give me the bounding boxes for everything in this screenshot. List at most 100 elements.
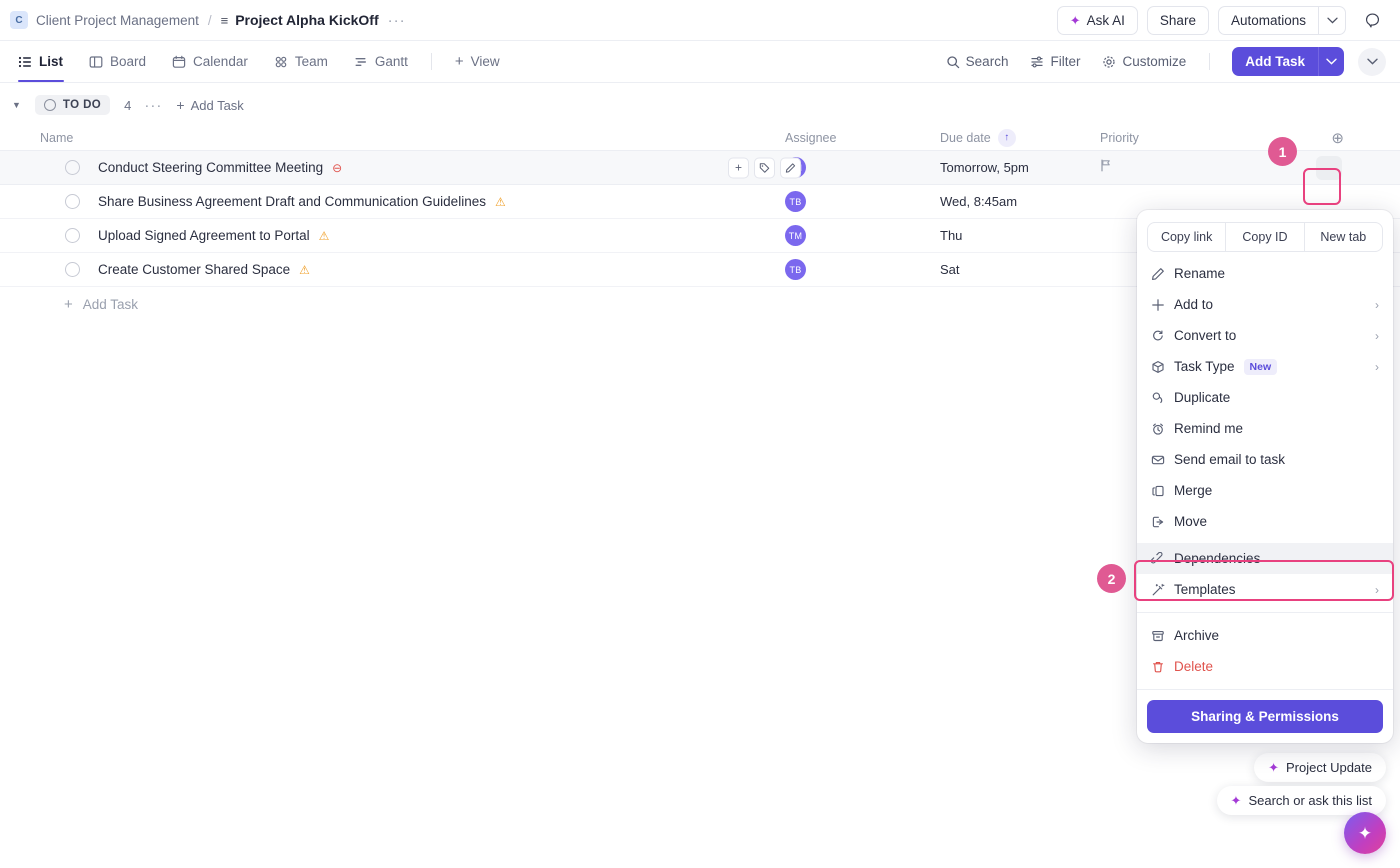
sort-ascending-icon[interactable]: ↑ — [997, 128, 1016, 147]
column-header-due-date[interactable]: Due date ↑ — [940, 128, 1100, 147]
task-more-options-button[interactable]: ··· — [1316, 155, 1342, 180]
ask-ai-button[interactable]: ✦ Ask AI — [1056, 5, 1138, 35]
project-update-chip[interactable]: ✦ Project Update — [1254, 753, 1386, 782]
breadcrumb-current-list[interactable]: Project Alpha KickOff — [235, 12, 378, 28]
group-add-task-label: Add Task — [190, 97, 244, 113]
menu-item-merge[interactable]: Merge — [1137, 475, 1393, 506]
sparkle-icon: ✦ — [1230, 793, 1242, 808]
search-button[interactable]: Search — [937, 49, 1018, 74]
task-priority-cell[interactable] — [1100, 159, 1240, 177]
tab-gantt[interactable]: Gantt — [341, 41, 421, 82]
task-complete-checkbox[interactable] — [65, 262, 80, 277]
workspace-avatar: C — [10, 11, 28, 29]
group-add-task-button[interactable]: + Add Task — [176, 98, 243, 113]
chevron-right-icon: › — [1375, 328, 1379, 343]
row-tag-icon-button[interactable] — [754, 157, 775, 178]
column-header-assignee[interactable]: Assignee — [785, 131, 940, 145]
menu-item-move[interactable]: Move — [1137, 506, 1393, 537]
menu-item-archive-label: Archive — [1174, 628, 1220, 643]
menu-item-task-type[interactable]: Task Type New › — [1137, 351, 1393, 382]
task-due-date-cell[interactable]: Tomorrow, 5pm — [940, 160, 1100, 175]
add-task-button[interactable]: Add Task — [1232, 47, 1318, 76]
task-due-date: Sat — [940, 262, 960, 277]
breadcrumb-more-icon[interactable]: ··· — [388, 12, 406, 29]
task-assignee-cell[interactable]: TB — [785, 191, 940, 212]
dependencies-icon — [1151, 551, 1172, 566]
cube-icon — [1151, 360, 1172, 374]
ai-assistant-fab[interactable]: ✦ — [1344, 812, 1386, 854]
task-name-cell: Conduct Steering Committee Meeting ⊖ — [0, 160, 785, 175]
add-column-icon[interactable]: ⊕ — [1331, 129, 1344, 147]
task-assignee-cell[interactable]: TB — [785, 259, 940, 280]
row-edit-icon-button[interactable] — [780, 157, 801, 178]
plus-icon: + — [64, 296, 73, 313]
plus-icon: + — [734, 160, 742, 175]
pencil-icon — [785, 162, 796, 173]
menu-item-add-to[interactable]: Add to › — [1137, 289, 1393, 320]
tab-calendar[interactable]: Calendar — [159, 41, 261, 82]
share-button[interactable]: Share — [1146, 5, 1209, 35]
automations-button[interactable]: Automations — [1217, 5, 1318, 35]
search-chat-icon-button[interactable] — [1358, 6, 1386, 34]
automations-split-button: Automations — [1217, 5, 1346, 35]
status-badge[interactable]: TO DO — [34, 95, 111, 115]
task-due-date-cell[interactable]: Wed, 8:45am — [940, 194, 1100, 209]
menu-item-archive[interactable]: Archive — [1137, 620, 1393, 651]
task-name-cell: Share Business Agreement Draft and Commu… — [0, 194, 785, 209]
tab-list-label: List — [39, 54, 64, 69]
task-due-date-cell[interactable]: Sat — [940, 262, 1100, 277]
group-collapse-icon[interactable]: ▼ — [12, 100, 21, 110]
task-assignee-cell[interactable]: TM — [785, 225, 940, 246]
add-task-caret-button[interactable] — [1318, 47, 1344, 76]
row-add-icon-button[interactable]: + — [728, 157, 749, 178]
tab-team-label: Team — [294, 54, 328, 69]
convert-icon — [1151, 329, 1172, 343]
task-due-date-cell[interactable]: Thu — [940, 228, 1100, 243]
menu-item-delete[interactable]: Delete — [1137, 651, 1393, 682]
column-header-priority[interactable]: Priority — [1100, 131, 1240, 145]
task-assignee-cell[interactable]: TM — [785, 157, 940, 178]
ask-ai-label: Ask AI — [1086, 12, 1125, 28]
gear-icon — [1103, 55, 1116, 68]
table-row[interactable]: Conduct Steering Committee Meeting ⊖ + T… — [0, 151, 1400, 185]
task-title[interactable]: Share Business Agreement Draft and Commu… — [98, 194, 486, 209]
menu-item-send-email-to-task[interactable]: Send email to task — [1137, 444, 1393, 475]
task-title[interactable]: Conduct Steering Committee Meeting — [98, 160, 323, 175]
new-tab-button[interactable]: New tab — [1303, 223, 1382, 251]
breadcrumb-workspace[interactable]: Client Project Management — [36, 13, 199, 28]
task-complete-checkbox[interactable] — [65, 194, 80, 209]
search-or-ask-chip[interactable]: ✦ Search or ask this list — [1216, 786, 1386, 815]
copy-link-button[interactable]: Copy link — [1148, 223, 1225, 251]
tab-team[interactable]: Team — [261, 41, 341, 82]
plus-icon — [1151, 298, 1172, 312]
menu-item-duplicate-label: Duplicate — [1174, 390, 1231, 405]
tab-board[interactable]: Board — [76, 41, 159, 82]
filter-button[interactable]: Filter — [1021, 49, 1089, 74]
copy-id-button[interactable]: Copy ID — [1225, 223, 1303, 251]
add-view-button[interactable]: + View — [442, 41, 513, 82]
plus-icon: + — [176, 97, 185, 113]
menu-item-rename[interactable]: Rename — [1137, 258, 1393, 289]
chevron-down-icon — [1326, 58, 1337, 65]
menu-item-convert-to[interactable]: Convert to › — [1137, 320, 1393, 351]
toolbar-collapse-button[interactable] — [1358, 47, 1386, 76]
tab-list[interactable]: List — [14, 41, 76, 82]
wand-icon — [1151, 583, 1172, 597]
menu-item-duplicate[interactable]: Duplicate — [1137, 382, 1393, 413]
group-more-icon[interactable]: ··· — [144, 97, 162, 114]
view-toolbar-actions: Search Filter Customize Add Task — [937, 47, 1386, 76]
automations-caret-button[interactable] — [1318, 5, 1346, 35]
task-title[interactable]: Create Customer Shared Space — [98, 262, 290, 277]
customize-button[interactable]: Customize — [1093, 49, 1195, 74]
column-header-name[interactable]: Name — [0, 131, 785, 145]
tab-gantt-label: Gantt — [374, 54, 408, 69]
sharing-permissions-button[interactable]: Sharing & Permissions — [1147, 700, 1383, 733]
task-title[interactable]: Upload Signed Agreement to Portal — [98, 228, 310, 243]
menu-item-remind-me[interactable]: Remind me — [1137, 413, 1393, 444]
search-or-ask-label: Search or ask this list — [1248, 793, 1372, 808]
menu-item-templates[interactable]: Templates › — [1137, 574, 1393, 605]
annotation-badge-1: 1 — [1268, 137, 1297, 166]
menu-item-dependencies[interactable]: Dependencies — [1137, 543, 1393, 574]
task-complete-checkbox[interactable] — [65, 160, 80, 175]
task-complete-checkbox[interactable] — [65, 228, 80, 243]
